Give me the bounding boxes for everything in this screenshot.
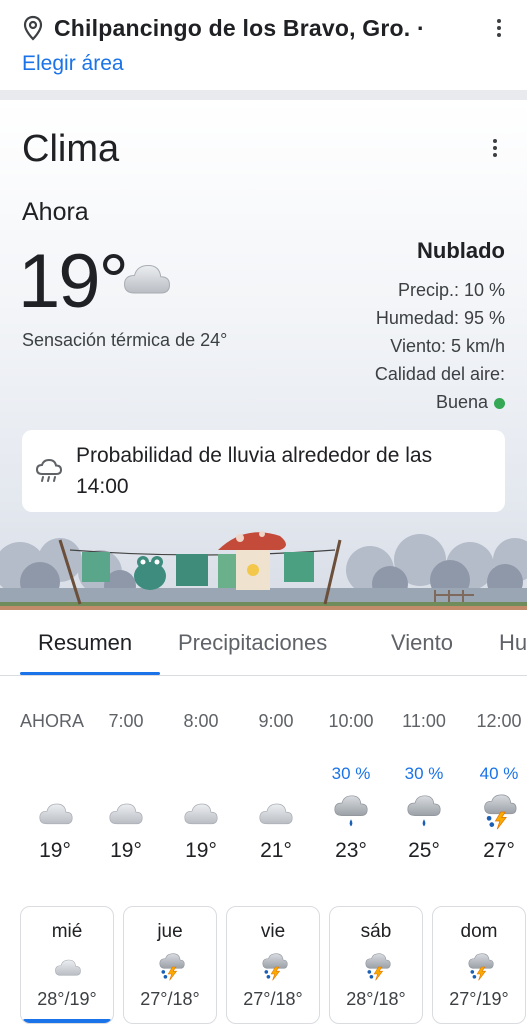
- rain-alert[interactable]: Probabilidad de lluvia alrededor de las …: [22, 430, 505, 512]
- day-card-vie[interactable]: vie 27°/18°: [226, 906, 320, 1024]
- rain-cloud-icon: [406, 794, 442, 830]
- hour-temperature: 21°: [260, 839, 292, 862]
- day-card-jue[interactable]: jue 27°/18°: [123, 906, 217, 1024]
- day-name: dom: [460, 921, 498, 942]
- tab-humedad[interactable]: Hu: [499, 630, 527, 656]
- humidity-stat: Humedad: 95 %: [375, 308, 505, 328]
- cloud-icon: [183, 799, 219, 827]
- hour-label: 10:00: [328, 711, 374, 731]
- feels-like: Sensación térmica de 24°: [22, 330, 228, 350]
- section-divider: [0, 90, 527, 100]
- location-pin-icon: [23, 15, 43, 41]
- forecast-tabs: Resumen Precipitaciones Viento Hu: [0, 612, 527, 676]
- hour-label: 12:00: [476, 711, 522, 731]
- rain-alert-text: Probabilidad de lluvia alrededor de las …: [76, 444, 433, 498]
- hour-label: 8:00: [183, 711, 219, 731]
- tab-viento[interactable]: Viento: [391, 630, 453, 656]
- hour-temperature: 27°: [483, 839, 515, 862]
- location-row[interactable]: Chilpancingo de los Bravo, Gro. ·: [22, 12, 511, 44]
- rain-cloud-outline-icon: [35, 458, 63, 482]
- choose-area-link[interactable]: Elegir área: [22, 52, 124, 76]
- conditions-block: Nublado Precip.: 10 % Humedad: 95 % Vien…: [375, 238, 505, 416]
- cloud-icon: [122, 260, 172, 296]
- daily-forecast: mié 28°/19° jue 27°/18° vie 27°/18° sáb …: [0, 906, 527, 1024]
- hour-temperature: 19°: [110, 839, 142, 862]
- precip-stat: Precip.: 10 %: [397, 280, 505, 300]
- selected-day-indicator: [23, 1019, 111, 1023]
- thunderstorm-icon: [481, 794, 517, 830]
- hourly-forecast[interactable]: AHORA 19° 7:00 19° 8:00 19° 9:00 21° 10:…: [0, 676, 527, 896]
- day-temp-range: 27°/18°: [243, 989, 303, 1009]
- hour-temperature: 25°: [408, 839, 440, 862]
- air-quality-row[interactable]: Buena: [375, 388, 505, 416]
- thunderstorm-icon: [466, 953, 494, 981]
- cloud-icon: [258, 799, 294, 827]
- precip-probability: 30 %: [404, 764, 444, 783]
- precip-probability: 30 %: [331, 764, 371, 783]
- hour-label: 9:00: [258, 711, 294, 731]
- day-card-mie[interactable]: mié 28°/19°: [20, 906, 114, 1024]
- location-name[interactable]: Chilpancingo de los Bravo, Gro. ·: [54, 15, 487, 42]
- day-name: vie: [260, 921, 286, 942]
- day-name: jue: [157, 921, 183, 942]
- current-temperature: 19°: [18, 239, 129, 324]
- active-tab-indicator: [20, 672, 160, 675]
- hour-temperature: 19°: [185, 839, 217, 862]
- condition-text: Nublado: [417, 238, 505, 263]
- more-vert-icon[interactable]: [487, 16, 511, 40]
- hour-label: 11:00: [402, 711, 446, 731]
- thunderstorm-icon: [260, 953, 288, 981]
- card-more-vert-icon[interactable]: [483, 136, 507, 160]
- tab-precipitaciones[interactable]: Precipitaciones: [178, 630, 327, 656]
- air-quality-value: Buena: [435, 392, 488, 412]
- day-temp-range: 27°/18°: [140, 989, 200, 1009]
- hour-label: AHORA: [20, 711, 85, 731]
- day-temp-range: 27°/19°: [449, 989, 509, 1009]
- air-quality-dot-icon: [494, 397, 505, 409]
- air-quality-label: Calidad del aire:: [374, 364, 505, 384]
- now-label: Ahora: [22, 198, 89, 226]
- precip-probability: 40 %: [479, 764, 519, 783]
- day-name: mié: [51, 921, 83, 942]
- thunderstorm-icon: [363, 953, 391, 981]
- cloud-icon: [38, 799, 74, 827]
- cloud-icon: [54, 957, 82, 977]
- day-name: sáb: [360, 921, 392, 942]
- hour-label: 7:00: [108, 711, 144, 731]
- cloud-icon: [108, 799, 144, 827]
- day-temp-range: 28°/19°: [37, 989, 97, 1009]
- day-card-dom[interactable]: dom 27°/19°: [432, 906, 526, 1024]
- wind-stat: Viento: 5 km/h: [390, 336, 505, 356]
- day-card-sab[interactable]: sáb 28°/18°: [329, 906, 423, 1024]
- card-title: Clima: [22, 128, 120, 170]
- hour-temperature: 23°: [335, 839, 367, 862]
- location-header: Chilpancingo de los Bravo, Gro. · Elegir…: [0, 0, 527, 90]
- weather-card: Clima Ahora 19° Sensación térmica de 24°…: [0, 100, 527, 610]
- rain-cloud-icon: [333, 794, 369, 830]
- tab-resumen[interactable]: Resumen: [38, 630, 132, 656]
- thunderstorm-icon: [157, 953, 185, 981]
- hour-temperature: 19°: [39, 839, 71, 862]
- day-temp-range: 28°/18°: [346, 989, 406, 1009]
- weather-illustration: [0, 531, 527, 610]
